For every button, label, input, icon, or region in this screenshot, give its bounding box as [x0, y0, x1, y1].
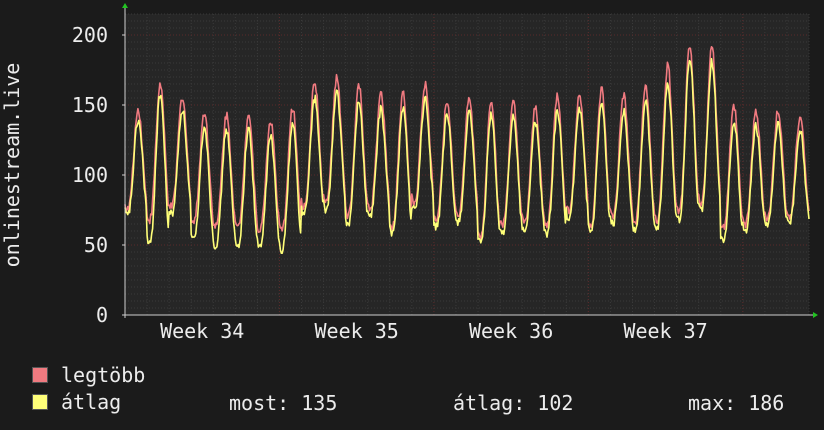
x-tick-label: Week 35 [315, 319, 399, 343]
y-tick-label: 100 [72, 163, 108, 187]
legend-item-avg: átlag [32, 391, 121, 413]
y-axis-label: onlinestream.live [0, 63, 24, 268]
x-tick-label: Week 37 [623, 319, 707, 343]
y-tick-labels: 0 50 100 150 200 [72, 23, 108, 327]
y-tick-label: 50 [84, 233, 108, 257]
traffic-chart: 050100150200 Week 34 Week 35 Week 36 Week 3… [0, 3, 818, 343]
legend-item-max: legtöbb [32, 364, 145, 386]
y-tick-label: 200 [72, 23, 108, 47]
legend-label-avg: átlag [61, 390, 122, 414]
y-tick-label: 0 [96, 303, 108, 327]
x-tick-label: Week 36 [469, 319, 553, 343]
y-tick-label: 150 [72, 93, 108, 117]
legend-swatch-avg [32, 394, 48, 410]
legend-swatch-max [32, 367, 48, 383]
x-axis-arrow [813, 312, 818, 318]
x-tick-labels: Week 34 Week 35 Week 36 Week 37 [160, 319, 708, 343]
plot-background [125, 14, 809, 315]
legend-label-max: legtöbb [61, 363, 146, 387]
y-axis-arrow [122, 3, 128, 8]
stat-maximum: max: 186 [688, 391, 785, 415]
x-tick-label: Week 34 [160, 319, 244, 343]
stat-now: most: 135 [229, 391, 338, 415]
stat-average: átlag: 102 [453, 391, 574, 415]
